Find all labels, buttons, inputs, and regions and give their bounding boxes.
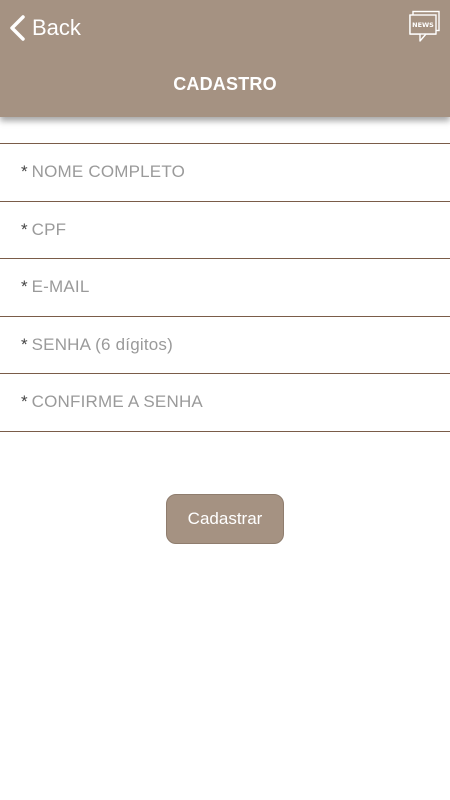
news-icon: NEWS <box>408 10 441 47</box>
cpf-field: * <box>0 202 450 259</box>
password-field: * <box>0 317 450 374</box>
news-icon-text: NEWS <box>412 21 434 29</box>
required-mark: * <box>21 392 28 412</box>
back-label: Back <box>32 15 81 40</box>
required-mark: * <box>21 219 28 239</box>
required-mark: * <box>21 334 28 354</box>
email-field: * <box>0 259 450 317</box>
chevron-left-icon <box>8 14 26 42</box>
full-name-input[interactable] <box>31 162 422 183</box>
registration-form: * * * * * <box>0 143 450 432</box>
app-header: Back NEWS CADASTRO <box>0 0 450 117</box>
required-mark: * <box>21 277 28 297</box>
confirm-password-field: * <box>0 374 450 432</box>
email-input[interactable] <box>31 277 422 298</box>
app-screen: Back NEWS CADASTRO * * * <box>0 0 450 800</box>
back-button[interactable]: Back <box>8 10 81 46</box>
confirm-password-input[interactable] <box>31 392 422 413</box>
password-input[interactable] <box>31 334 422 355</box>
full-name-field: * <box>0 144 450 202</box>
cpf-input[interactable] <box>31 219 422 240</box>
required-mark: * <box>21 162 28 182</box>
news-button[interactable]: NEWS <box>408 10 441 43</box>
page-title: CADASTRO <box>173 74 277 94</box>
register-button[interactable]: Cadastrar <box>166 494 284 544</box>
